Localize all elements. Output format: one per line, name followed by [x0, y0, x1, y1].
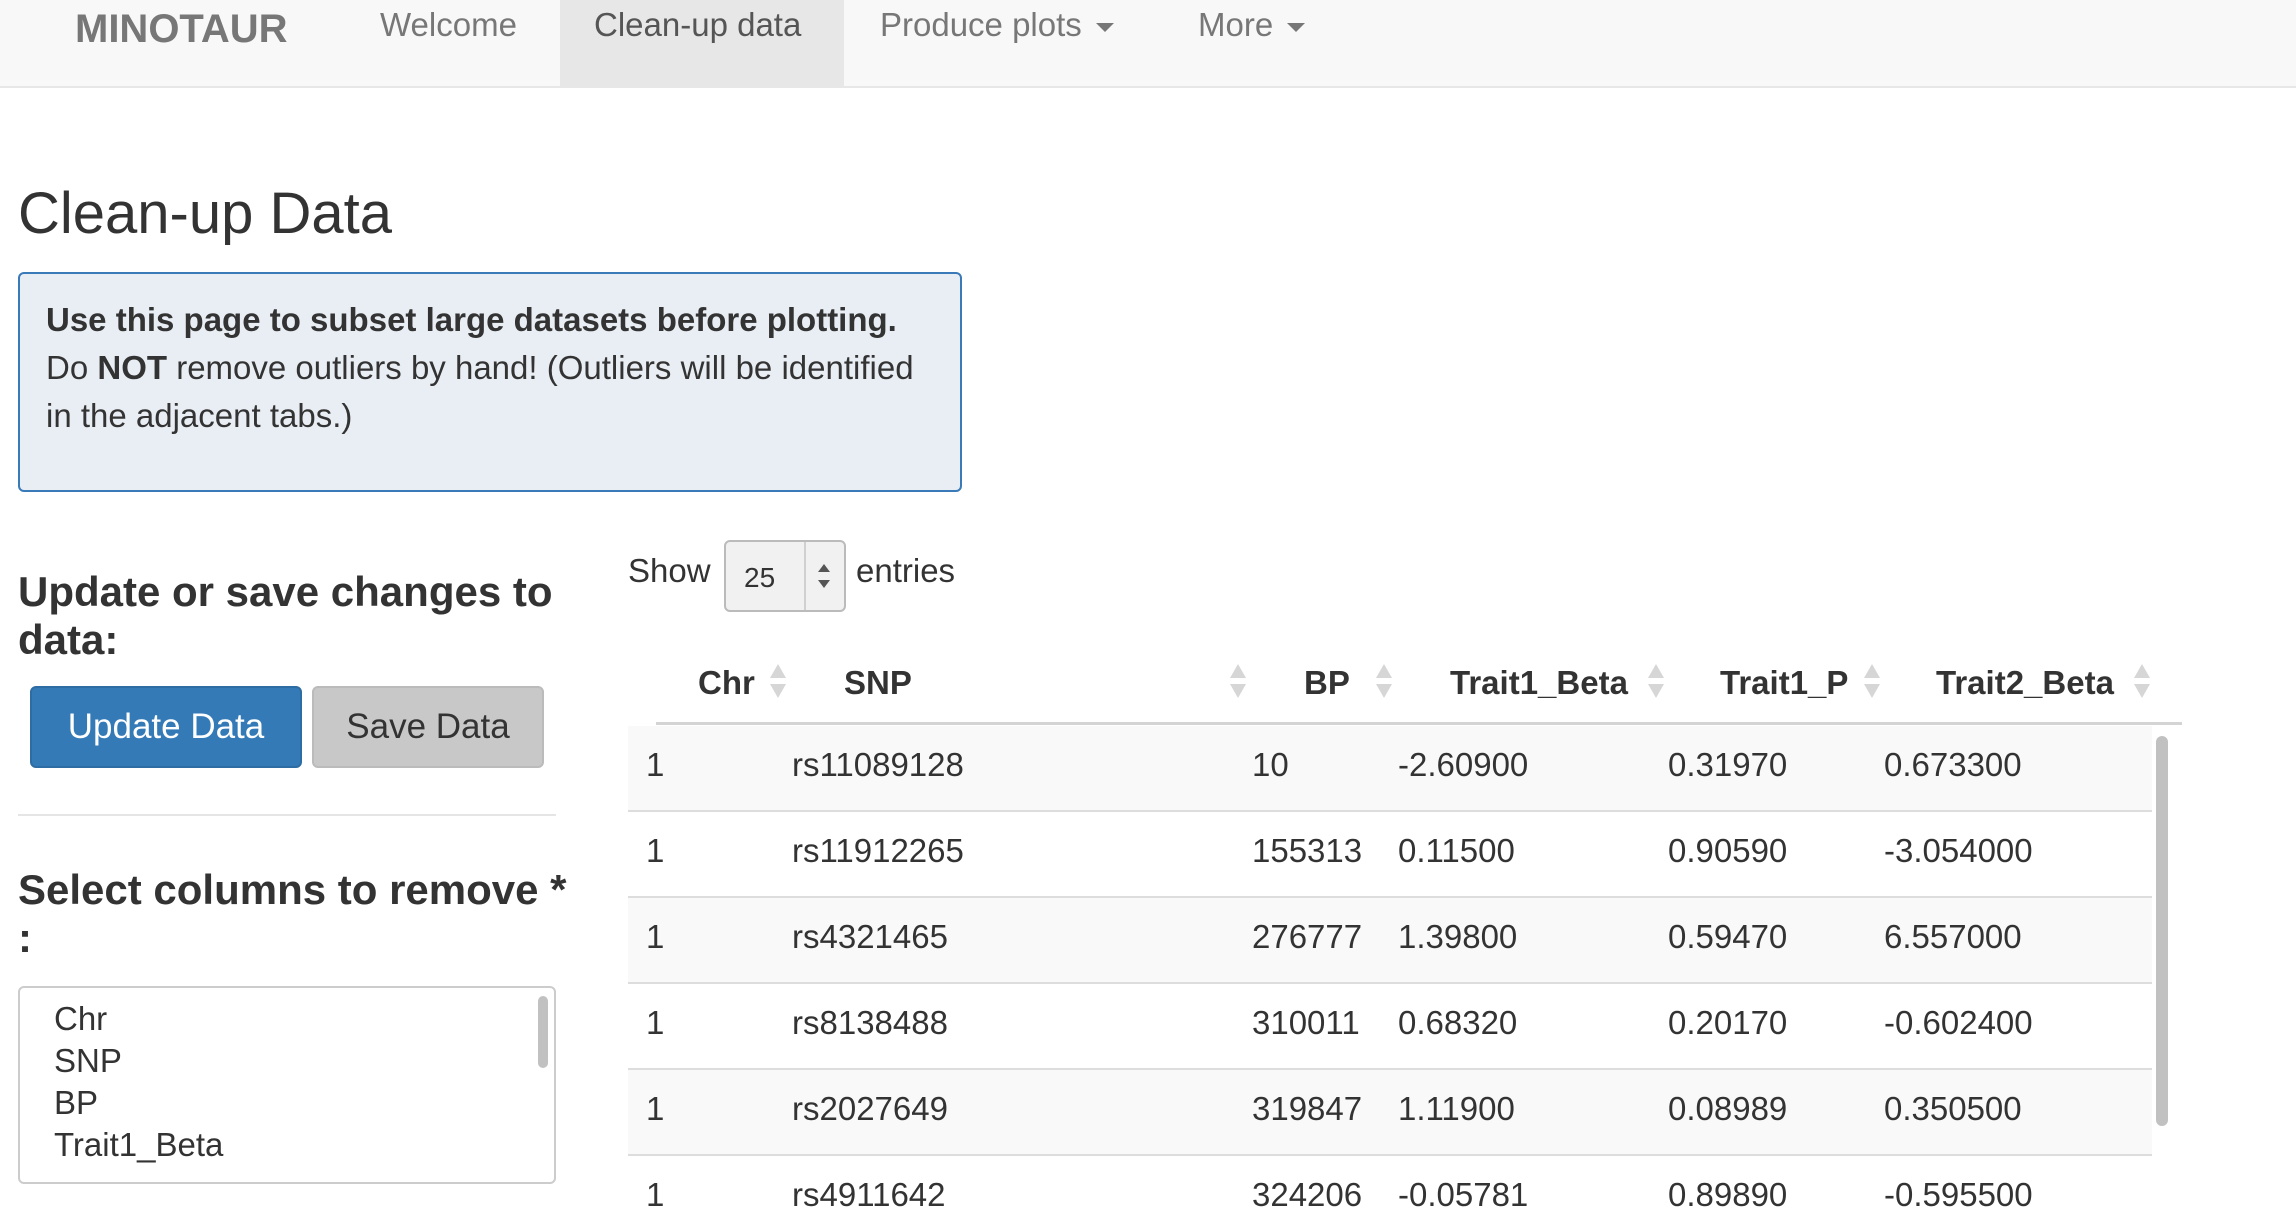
cell-trait2-beta: -3.054000 [1884, 832, 2033, 869]
cell-bp: 155313 [1252, 832, 1363, 869]
caret-down-icon [1287, 22, 1306, 32]
column-option-chr[interactable]: Chr [54, 1000, 107, 1038]
cell-chr: 1 [646, 1176, 665, 1213]
cell-trait1-p: 0.20170 [1668, 1004, 1788, 1041]
update-data-button[interactable]: Update Data [30, 686, 302, 768]
cell-trait2-beta: -0.595500 [1884, 1176, 2033, 1213]
cell-trait1-beta: -2.60900 [1398, 746, 1529, 783]
cell-snp: rs4321465 [792, 918, 948, 955]
column-option-bp[interactable]: BP [54, 1084, 98, 1122]
save-data-button[interactable]: Save Data [312, 686, 544, 768]
column-header-snp[interactable]: SNP [844, 664, 912, 702]
navbar: MINOTAUR Welcome Clean-up data Produce p… [0, 0, 2296, 88]
nav-tab-label: Welcome [380, 6, 517, 43]
sort-icon[interactable] [770, 664, 786, 700]
remove-columns-select[interactable]: Chr SNP BP Trait1_Beta [18, 986, 556, 1184]
sidebar-divider [18, 814, 556, 816]
cell-trait2-beta: 0.673300 [1884, 746, 2022, 783]
brand-logo[interactable]: MINOTAUR [75, 0, 288, 58]
remove-columns-heading: Select columns to remove * : [18, 866, 567, 961]
cell-trait1-p: 0.31970 [1668, 746, 1788, 783]
cell-trait1-p: 0.08989 [1668, 1090, 1788, 1127]
table-row[interactable]: 1 rs2027649 319847 1.11900 0.08989 0.350… [628, 1070, 2152, 1156]
cell-trait1-beta: -0.05781 [1398, 1176, 1529, 1213]
cell-snp: rs8138488 [792, 1004, 948, 1041]
cell-bp: 310011 [1252, 1004, 1360, 1041]
column-header-trait1-beta[interactable]: Trait1_Beta [1450, 664, 1628, 702]
info-text-do: Do [46, 349, 89, 386]
cell-snp: rs11089128 [792, 746, 964, 783]
page-title: Clean-up Data [18, 181, 392, 246]
cell-chr: 1 [646, 832, 665, 869]
column-option-snp[interactable]: SNP [54, 1042, 122, 1080]
cell-trait1-beta: 0.68320 [1398, 1004, 1518, 1041]
sort-icon[interactable] [1648, 664, 1664, 700]
table-row[interactable]: 1 rs4911642 324206 -0.05781 0.89890 -0.5… [628, 1156, 2152, 1220]
cell-trait1-p: 0.89890 [1668, 1176, 1788, 1213]
cell-chr: 1 [646, 1090, 665, 1127]
cell-trait2-beta: 6.557000 [1884, 918, 2022, 955]
nav-tab-welcome[interactable]: Welcome [344, 0, 560, 86]
cell-chr: 1 [646, 746, 665, 783]
cell-trait1-beta: 1.39800 [1398, 918, 1518, 955]
cell-trait1-p: 0.90590 [1668, 832, 1788, 869]
table-row[interactable]: 1 rs8138488 310011 0.68320 0.20170 -0.60… [628, 984, 2152, 1070]
nav-tab-label: Clean-up data [594, 6, 802, 43]
nav-dropdown-more[interactable]: More [1174, 0, 1350, 86]
info-text-not: NOT [97, 349, 168, 386]
sort-icon[interactable] [1230, 664, 1246, 700]
cell-chr: 1 [646, 1004, 665, 1041]
arrow-down-icon [818, 580, 830, 588]
data-table-body: 1 rs11089128 10 -2.60900 0.31970 0.67330… [628, 726, 2182, 1220]
column-header-chr[interactable]: Chr [698, 664, 755, 702]
nav-dropdown-produce-plots[interactable]: Produce plots [844, 0, 1174, 86]
cell-trait1-beta: 0.11500 [1398, 832, 1515, 869]
cell-bp: 276777 [1252, 918, 1363, 955]
cell-bp: 319847 [1252, 1090, 1363, 1127]
nav-tab-clean-up-data[interactable]: Clean-up data [560, 0, 844, 86]
info-headline: Use this page to subset large datasets b… [46, 301, 897, 338]
column-option-trait1-beta[interactable]: Trait1_Beta [54, 1126, 223, 1164]
sort-icon[interactable] [1376, 664, 1392, 700]
sort-icon[interactable] [2134, 664, 2150, 700]
cell-snp: rs2027649 [792, 1090, 948, 1127]
nav-tab-label: Produce plots [880, 6, 1082, 43]
page-length-value: 25 [744, 562, 776, 593]
select-scrollbar[interactable] [538, 996, 548, 1068]
cell-trait2-beta: -0.602400 [1884, 1004, 2033, 1041]
nav-tab-label: More [1198, 6, 1274, 43]
cell-trait1-p: 0.59470 [1668, 918, 1788, 955]
page-length-select[interactable]: 25 [724, 540, 846, 612]
table-row[interactable]: 1 rs11912265 155313 0.11500 0.90590 -3.0… [628, 812, 2152, 898]
cell-chr: 1 [646, 918, 665, 955]
table-row[interactable]: 1 rs11089128 10 -2.60900 0.31970 0.67330… [628, 726, 2152, 812]
sort-icon[interactable] [1864, 664, 1880, 700]
info-panel: Use this page to subset large datasets b… [18, 272, 962, 492]
cell-snp: rs4911642 [792, 1176, 946, 1213]
entries-label: entries [856, 552, 956, 589]
arrow-up-icon [818, 564, 830, 572]
table-scrollbar-thumb[interactable] [2156, 736, 2168, 1126]
column-header-trait1-p[interactable]: Trait1_P [1720, 664, 1848, 702]
table-header-border [656, 722, 2182, 725]
cell-bp: 324206 [1252, 1176, 1363, 1213]
info-text-rest: remove outliers by hand! (Outliers will … [46, 349, 914, 434]
cell-trait1-beta: 1.11900 [1398, 1090, 1515, 1127]
caret-down-icon [1095, 22, 1114, 32]
table-row[interactable]: 1 rs4321465 276777 1.39800 0.59470 6.557… [628, 898, 2152, 984]
update-save-heading: Update or save changes to data: [18, 568, 553, 663]
cell-bp: 10 [1252, 746, 1289, 783]
column-header-trait2-beta[interactable]: Trait2_Beta [1936, 664, 2114, 702]
show-label: Show [628, 552, 711, 589]
column-header-bp[interactable]: BP [1304, 664, 1350, 702]
cell-trait2-beta: 0.350500 [1884, 1090, 2022, 1127]
cell-snp: rs11912265 [792, 832, 964, 869]
table-scrollbar[interactable] [2152, 726, 2172, 1220]
